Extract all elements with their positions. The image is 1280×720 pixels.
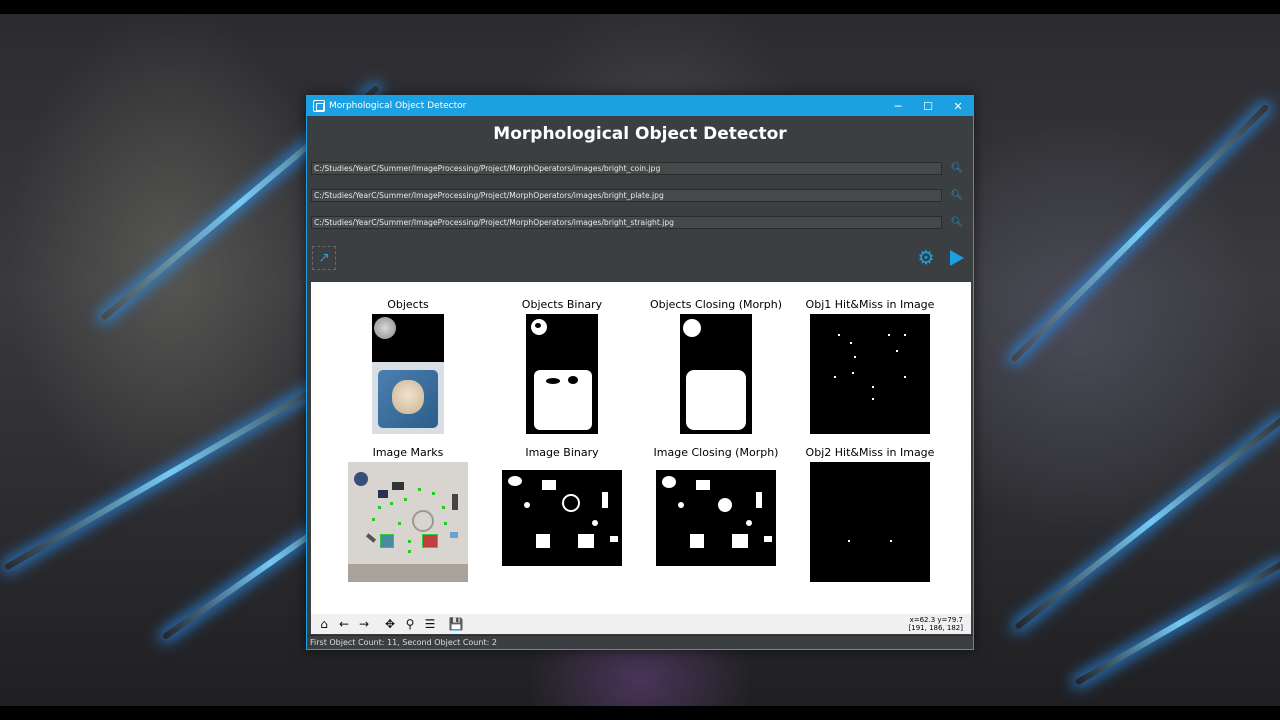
subplot-title: Obj2 Hit&Miss in Image	[805, 446, 935, 459]
image-binary-image	[502, 462, 622, 582]
subplot-title: Image Marks	[372, 446, 444, 459]
light-streak	[3, 375, 337, 571]
subplot-obj1-hitmiss: Obj1 Hit&Miss in Image	[795, 298, 945, 434]
coin-path-input[interactable]: C:/Studies/YearC/Summer/ImageProcessing/…	[311, 161, 942, 175]
subplot-title: Obj1 Hit&Miss in Image	[805, 298, 935, 311]
letterbox-bottom	[0, 706, 1280, 720]
minimize-button[interactable]: ─	[883, 100, 913, 113]
forward-arrow-icon[interactable]: →	[355, 616, 373, 632]
subplot-image-binary: Image Binary	[487, 446, 637, 582]
objects-closing-image	[680, 314, 752, 434]
save-icon[interactable]: 💾	[447, 616, 465, 632]
gear-icon[interactable]: ⚙	[915, 247, 937, 269]
plot-toolbar: ⌂ ← → ✥ ⚲ ☰ 💾 x=62.3 y=79.7 [191, 186, 1…	[311, 614, 971, 634]
close-button[interactable]: ✕	[943, 100, 973, 113]
subplot-obj2-hitmiss: Obj2 Hit&Miss in Image	[795, 446, 945, 582]
light-streak	[1010, 103, 1270, 363]
subplot-objects-binary: Objects Binary	[487, 298, 637, 434]
search-icon[interactable]: 🔍︎	[948, 163, 966, 174]
subplot-title: Image Binary	[525, 446, 599, 459]
obj1-hitmiss-image	[810, 314, 930, 434]
status-bar: First Object Count: 11, Second Object Co…	[307, 635, 973, 649]
path-row-plate: C:/Studies/YearC/Summer/ImageProcessing/…	[311, 188, 969, 202]
objects-binary-image	[526, 314, 598, 434]
app-window: Morphological Object Detector ─ ☐ ✕ Morp…	[306, 95, 974, 650]
subplot-title: Objects	[387, 298, 429, 311]
subplot-title: Objects Binary	[521, 298, 603, 311]
image-closing-image	[656, 462, 776, 582]
back-arrow-icon[interactable]: ←	[335, 616, 353, 632]
home-icon[interactable]: ⌂	[315, 616, 333, 632]
subplot-image-marks: Image Marks	[333, 446, 483, 582]
search-icon[interactable]: 🔍︎	[948, 217, 966, 228]
configure-subplots-icon[interactable]: ☰	[421, 616, 439, 632]
external-link-icon[interactable]: ↗	[312, 246, 336, 270]
coordinate-readout: x=62.3 y=79.7 [191, 186, 182]	[909, 616, 963, 632]
coordinate-xy: x=62.3 y=79.7	[909, 616, 963, 624]
path-row-straight: C:/Studies/YearC/Summer/ImageProcessing/…	[311, 215, 969, 229]
maximize-button[interactable]: ☐	[913, 100, 943, 113]
figure-canvas[interactable]: Objects Objects Binary Objects Closing (…	[311, 282, 971, 614]
subplot-title: Objects Closing (Morph)	[649, 298, 783, 311]
play-icon[interactable]	[946, 247, 968, 269]
page-title: Morphological Object Detector	[493, 124, 787, 144]
image-marks-image	[348, 462, 468, 582]
pan-icon[interactable]: ✥	[381, 616, 399, 632]
app-icon	[313, 100, 325, 112]
subplot-objects-closing: Objects Closing (Morph)	[641, 298, 791, 434]
zoom-icon[interactable]: ⚲	[401, 616, 419, 632]
plate-path-input[interactable]: C:/Studies/YearC/Summer/ImageProcessing/…	[311, 188, 942, 202]
light-streak	[1014, 415, 1280, 631]
obj2-hitmiss-image	[810, 462, 930, 582]
light-streak	[1074, 560, 1280, 686]
path-row-coin: C:/Studies/YearC/Summer/ImageProcessing/…	[311, 161, 969, 175]
objects-image	[372, 314, 444, 434]
coordinate-rgb: [191, 186, 182]	[908, 624, 963, 632]
subplot-title: Image Closing (Morph)	[653, 446, 779, 459]
title-bar[interactable]: Morphological Object Detector ─ ☐ ✕	[307, 96, 973, 116]
letterbox-top	[0, 0, 1280, 14]
straight-path-input[interactable]: C:/Studies/YearC/Summer/ImageProcessing/…	[311, 215, 942, 229]
subplot-image-closing: Image Closing (Morph)	[641, 446, 791, 582]
search-icon[interactable]: 🔍︎	[948, 190, 966, 201]
subplot-objects: Objects	[333, 298, 483, 434]
window-title: Morphological Object Detector	[329, 101, 467, 111]
